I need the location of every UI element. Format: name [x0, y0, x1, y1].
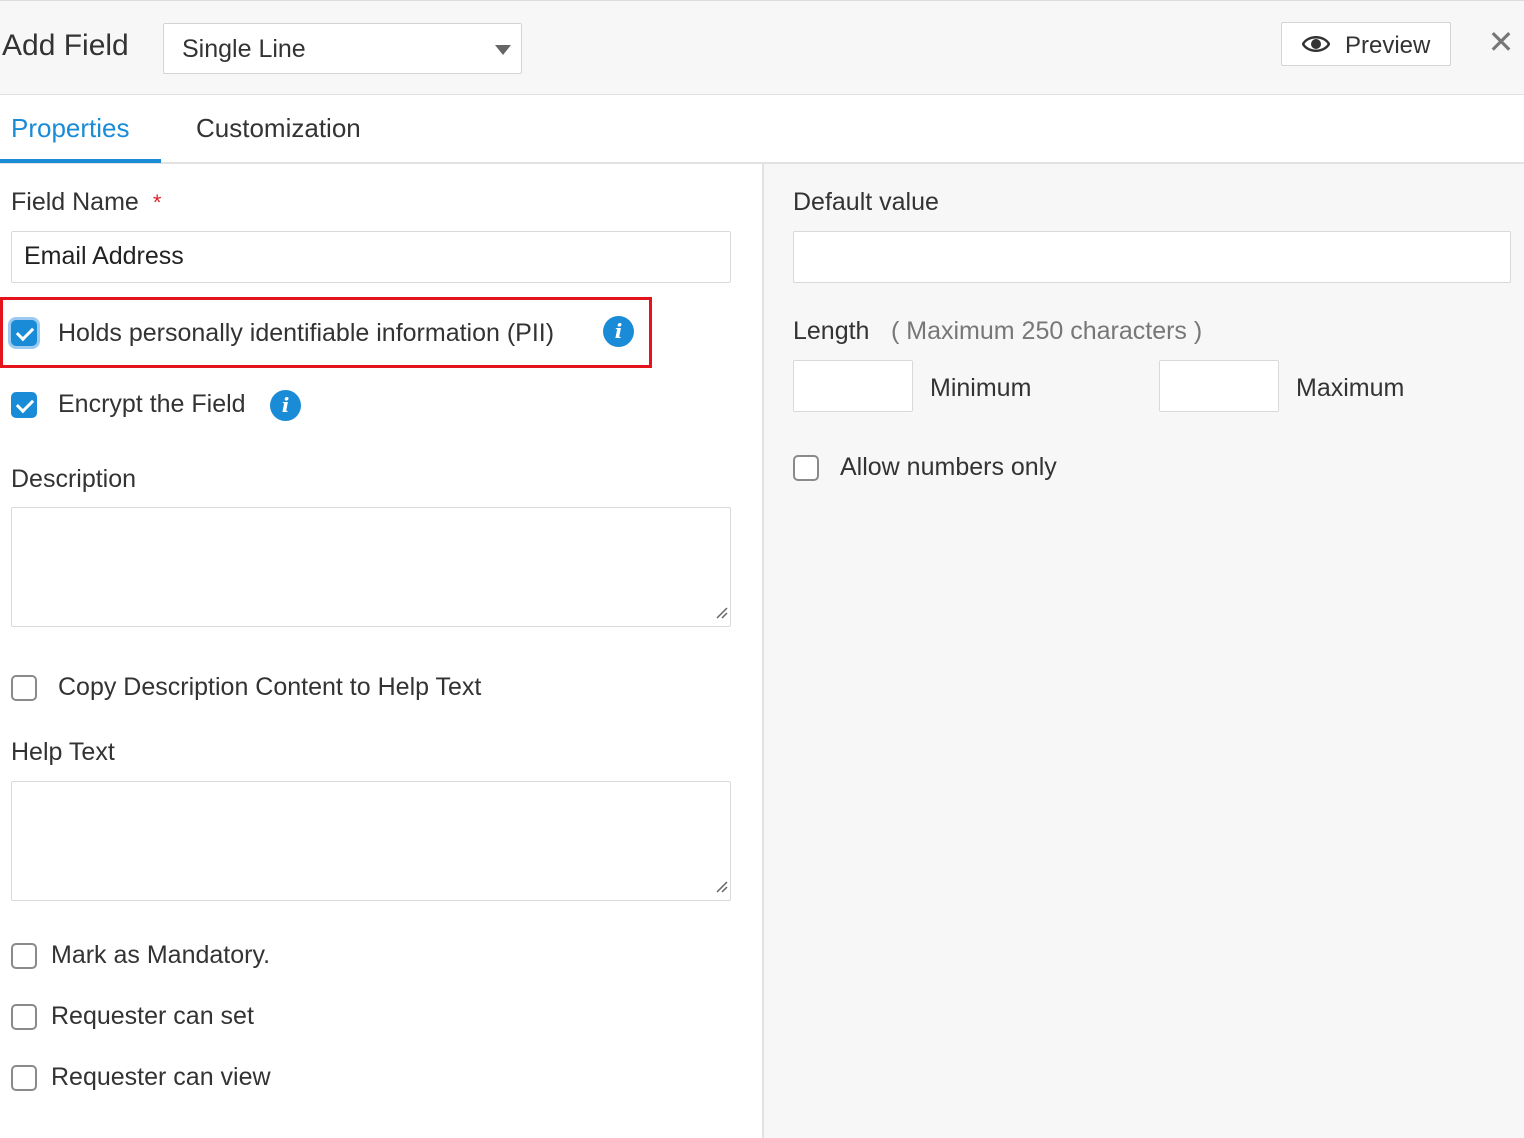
tab-properties[interactable]: Properties	[11, 113, 130, 144]
required-mark: *	[152, 190, 162, 215]
length-minimum-label: Minimum	[930, 374, 1032, 402]
requester-view-checkbox[interactable]	[11, 1065, 37, 1091]
preview-button[interactable]: Preview	[1281, 22, 1451, 66]
dialog-title: Add Field	[2, 29, 129, 62]
close-icon[interactable]: ✕	[1486, 25, 1516, 59]
pii-info-icon[interactable]: i	[603, 316, 634, 347]
description-textarea[interactable]	[11, 507, 731, 627]
help-text-label: Help Text	[11, 738, 115, 766]
resize-grip-icon[interactable]	[712, 603, 728, 624]
numbers-only-checkbox[interactable]	[793, 455, 819, 481]
numbers-only-label: Allow numbers only	[840, 453, 1057, 481]
pii-checkbox[interactable]	[11, 320, 37, 346]
requester-set-checkbox[interactable]	[11, 1004, 37, 1030]
mandatory-checkbox[interactable]	[11, 943, 37, 969]
encrypt-label: Encrypt the Field	[58, 390, 246, 418]
tab-customization[interactable]: Customization	[196, 113, 361, 144]
length-label: Length	[793, 317, 870, 345]
description-label: Description	[11, 465, 137, 493]
encrypt-checkbox[interactable]	[11, 392, 37, 418]
help-text-textarea[interactable]	[11, 781, 731, 901]
default-value-input[interactable]	[793, 231, 1511, 283]
field-type-value: Single Line	[182, 35, 306, 63]
field-name-label: Field Name *	[11, 188, 162, 216]
mandatory-label: Mark as Mandatory.	[51, 941, 271, 969]
field-name-input[interactable]: Email Address	[11, 231, 731, 283]
dropdown-caret-icon	[495, 45, 511, 55]
pii-label: Holds personally identifiable informatio…	[58, 319, 555, 347]
dialog-header: Add Field Single Line Preview ✕	[0, 0, 1524, 95]
requester-set-label: Requester can set	[51, 1002, 254, 1030]
requester-view-label: Requester can view	[51, 1063, 271, 1091]
properties-right-panel	[762, 164, 1524, 1138]
default-value-label: Default value	[793, 188, 939, 216]
add-field-dialog: Add Field Single Line Preview ✕ Properti…	[0, 0, 1524, 1138]
length-hint: ( Maximum 250 characters )	[891, 317, 1203, 345]
tab-bar: Properties Customization	[0, 95, 1524, 164]
field-type-select[interactable]: Single Line	[163, 23, 522, 74]
length-maximum-input[interactable]	[1159, 360, 1279, 412]
preview-label: Preview	[1345, 32, 1431, 59]
encrypt-info-icon[interactable]: i	[270, 390, 301, 421]
copy-description-label: Copy Description Content to Help Text	[58, 673, 482, 701]
copy-description-checkbox[interactable]	[11, 675, 37, 701]
length-maximum-label: Maximum	[1296, 374, 1405, 402]
length-minimum-input[interactable]	[793, 360, 913, 412]
eye-icon	[1301, 33, 1331, 60]
resize-grip-icon[interactable]	[712, 877, 728, 898]
active-tab-indicator	[0, 159, 161, 163]
field-name-value: Email Address	[24, 242, 184, 270]
